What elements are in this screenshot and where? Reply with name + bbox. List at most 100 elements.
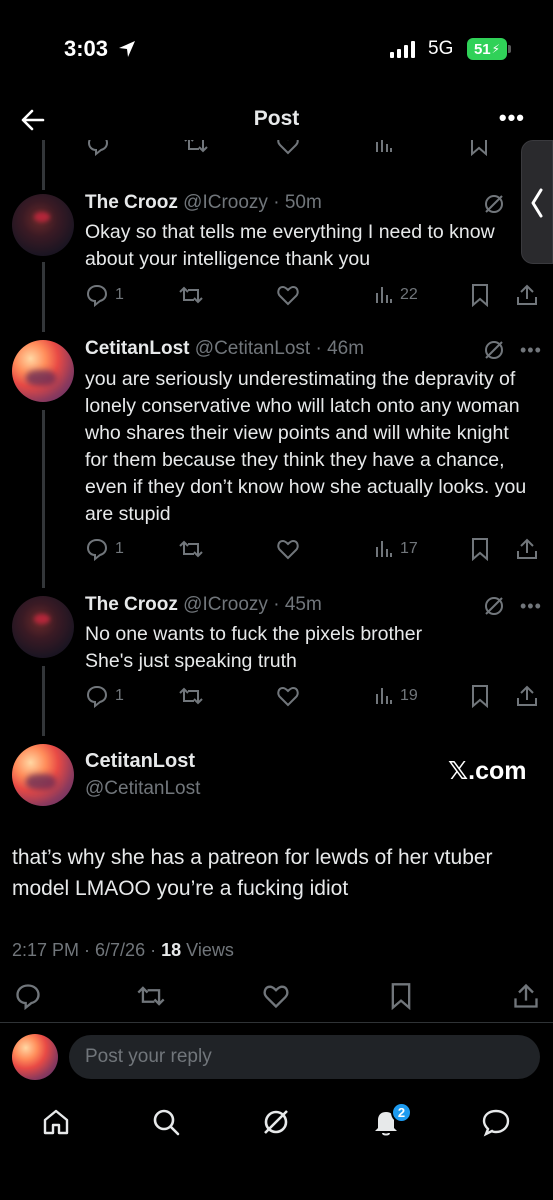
views-button[interactable]: 22 bbox=[374, 283, 418, 307]
like-icon bbox=[277, 539, 299, 560]
thread-tweet[interactable]: CetitanLost @CetitanLost · 46m ••• you a… bbox=[0, 336, 553, 576]
views-button[interactable]: 17 bbox=[374, 537, 418, 561]
post-actions bbox=[0, 982, 553, 1012]
like-icon[interactable] bbox=[276, 140, 300, 156]
reply-button[interactable]: 1 bbox=[85, 537, 124, 561]
author-name[interactable]: The Crooz bbox=[85, 192, 178, 213]
author-handle[interactable]: @ICroozy bbox=[183, 594, 268, 615]
bookmark-icon[interactable] bbox=[468, 140, 490, 156]
grok-icon[interactable] bbox=[482, 594, 506, 618]
post-time: 45m bbox=[284, 594, 322, 615]
views-count: 17 bbox=[400, 540, 418, 557]
repost-icon bbox=[179, 286, 203, 304]
thread-tweet[interactable]: The Crooz @ICroozy · 50m Okay so that te… bbox=[0, 190, 553, 320]
views-icon bbox=[376, 541, 392, 557]
share-button[interactable] bbox=[512, 982, 540, 1010]
grok-icon[interactable] bbox=[260, 1106, 292, 1138]
bookmark-button[interactable] bbox=[469, 283, 491, 307]
like-button[interactable] bbox=[276, 684, 300, 708]
tweet-text: No one wants to fuck the pixels brother … bbox=[85, 623, 423, 672]
x-com-watermark: 𝕏.com bbox=[448, 757, 527, 785]
tweet-text: you are seriously underestimating the de… bbox=[85, 368, 527, 525]
home-icon[interactable] bbox=[40, 1106, 72, 1138]
author-name[interactable]: The Crooz bbox=[85, 594, 178, 615]
views-label: Views bbox=[186, 940, 234, 960]
tweet-actions: 1 17 bbox=[85, 537, 545, 565]
side-panel-tab[interactable] bbox=[521, 140, 553, 264]
like-icon bbox=[277, 285, 299, 306]
battery-level: 51 bbox=[473, 40, 491, 58]
location-arrow-icon bbox=[119, 41, 135, 57]
share-icon bbox=[517, 284, 537, 305]
status-time: 3:03 bbox=[64, 36, 109, 61]
reply-icon bbox=[86, 685, 108, 708]
share-button[interactable] bbox=[515, 537, 539, 561]
reply-button[interactable] bbox=[14, 982, 42, 1010]
repost-icon[interactable] bbox=[183, 140, 209, 156]
reply-button[interactable]: 1 bbox=[85, 684, 124, 708]
author-handle[interactable]: @CetitanLost bbox=[85, 778, 200, 800]
tweet-more-button[interactable]: ••• bbox=[520, 596, 542, 617]
repost-button[interactable] bbox=[178, 684, 204, 708]
repost-button[interactable] bbox=[178, 283, 204, 307]
more-options-button[interactable]: ••• bbox=[499, 105, 525, 131]
reply-icon bbox=[16, 984, 40, 1010]
views-icon[interactable] bbox=[374, 140, 394, 156]
like-button[interactable] bbox=[262, 982, 290, 1010]
cellular-signal-icon bbox=[390, 40, 415, 58]
bookmark-icon bbox=[391, 983, 411, 1010]
reply-icon bbox=[86, 284, 108, 307]
views-count: 22 bbox=[400, 286, 418, 303]
reply-button[interactable]: 1 bbox=[85, 283, 124, 307]
avatar[interactable] bbox=[12, 596, 74, 658]
chevron-left-icon bbox=[531, 188, 543, 218]
reply-icon[interactable] bbox=[86, 140, 110, 156]
views-button[interactable]: 19 bbox=[374, 684, 418, 708]
bookmark-button[interactable] bbox=[469, 537, 491, 561]
bookmark-button[interactable] bbox=[469, 684, 491, 708]
reply-input[interactable] bbox=[69, 1035, 540, 1079]
nav-header: Post ••• bbox=[0, 95, 553, 143]
share-icon bbox=[517, 685, 537, 706]
like-button[interactable] bbox=[276, 283, 300, 307]
views-count: 19 bbox=[400, 687, 418, 704]
grok-icon[interactable] bbox=[482, 192, 506, 216]
tweet-actions: 1 22 bbox=[85, 283, 545, 311]
repost-icon bbox=[137, 986, 165, 1006]
post-time: 50m bbox=[284, 192, 322, 213]
reply-count: 1 bbox=[115, 540, 124, 557]
reply-count: 1 bbox=[115, 687, 124, 704]
tweet-header: The Crooz @ICroozy · 50m bbox=[85, 192, 322, 213]
bookmark-button[interactable] bbox=[388, 982, 414, 1010]
bookmark-icon bbox=[472, 538, 488, 561]
messages-icon[interactable] bbox=[480, 1106, 512, 1138]
battery-indicator: 51 ⚡ bbox=[467, 38, 507, 60]
avatar[interactable] bbox=[12, 1034, 58, 1080]
repost-button[interactable] bbox=[136, 982, 166, 1010]
tweet-text: Okay so that tells me everything I need … bbox=[85, 221, 495, 270]
status-bar: 3:03 5G 51 ⚡ bbox=[0, 0, 553, 100]
repost-button[interactable] bbox=[178, 537, 204, 561]
share-button[interactable] bbox=[515, 283, 539, 307]
notification-badge: 2 bbox=[391, 1102, 412, 1123]
author-handle[interactable]: @CetitanLost bbox=[195, 338, 310, 359]
like-button[interactable] bbox=[276, 537, 300, 561]
post-meta: 2:17 PM · 6/7/26 · 18 Views bbox=[12, 940, 234, 961]
thread-line bbox=[42, 140, 45, 190]
avatar[interactable] bbox=[12, 194, 74, 256]
reply-icon bbox=[86, 538, 108, 561]
author-handle[interactable]: @ICroozy bbox=[183, 192, 268, 213]
share-button[interactable] bbox=[515, 684, 539, 708]
battery-tip bbox=[508, 45, 511, 53]
bookmark-icon bbox=[472, 284, 488, 307]
like-icon bbox=[277, 686, 299, 707]
author-name[interactable]: CetitanLost bbox=[85, 338, 190, 359]
avatar[interactable] bbox=[12, 340, 74, 402]
search-icon[interactable] bbox=[150, 1106, 182, 1138]
previous-tweet-actions bbox=[0, 140, 553, 158]
author-name[interactable]: CetitanLost bbox=[85, 750, 195, 773]
tweet-more-button[interactable]: ••• bbox=[520, 340, 542, 361]
grok-icon[interactable] bbox=[482, 338, 506, 362]
thread-tweet[interactable]: The Crooz @ICroozy · 45m ••• No one want… bbox=[0, 592, 553, 722]
avatar[interactable] bbox=[12, 744, 74, 806]
